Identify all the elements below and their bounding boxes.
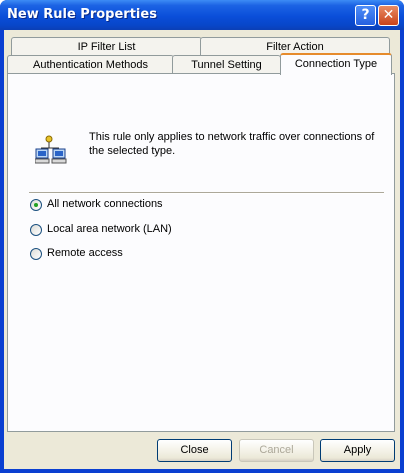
tab-tunnel-setting[interactable]: Tunnel Setting bbox=[172, 55, 281, 74]
connection-type-description: This rule only applies to network traffi… bbox=[89, 131, 375, 157]
network-computers-icon bbox=[35, 135, 67, 164]
radio-button[interactable] bbox=[30, 224, 42, 236]
window-title: New Rule Properties bbox=[7, 7, 157, 22]
cancel-button[interactable]: Cancel bbox=[239, 439, 314, 462]
close-window-button[interactable]: ✕ bbox=[378, 5, 399, 26]
radio-label[interactable]: Local area network (LAN) bbox=[47, 223, 172, 235]
title-bar[interactable]: New Rule Properties ? ✕ bbox=[0, 0, 404, 30]
connection-type-panel: This rule only applies to network traffi… bbox=[7, 73, 395, 432]
separator bbox=[29, 192, 384, 194]
radio-label[interactable]: All network connections bbox=[47, 198, 163, 210]
tab-ip-filter-list[interactable]: IP Filter List bbox=[11, 37, 202, 56]
dialog-window: New Rule Properties ? ✕ IP Filter List F… bbox=[0, 0, 404, 473]
close-button[interactable]: Close bbox=[157, 439, 232, 462]
dialog-client-area: IP Filter List Filter Action Authenticat… bbox=[4, 30, 400, 469]
tab-authentication-methods[interactable]: Authentication Methods bbox=[7, 55, 174, 74]
help-button[interactable]: ? bbox=[355, 5, 376, 26]
tab-connection-type[interactable]: Connection Type bbox=[280, 53, 392, 75]
radio-label[interactable]: Remote access bbox=[47, 247, 123, 259]
radio-button[interactable] bbox=[30, 248, 42, 260]
apply-button[interactable]: Apply bbox=[320, 439, 395, 462]
radio-button-checked[interactable] bbox=[30, 199, 42, 211]
